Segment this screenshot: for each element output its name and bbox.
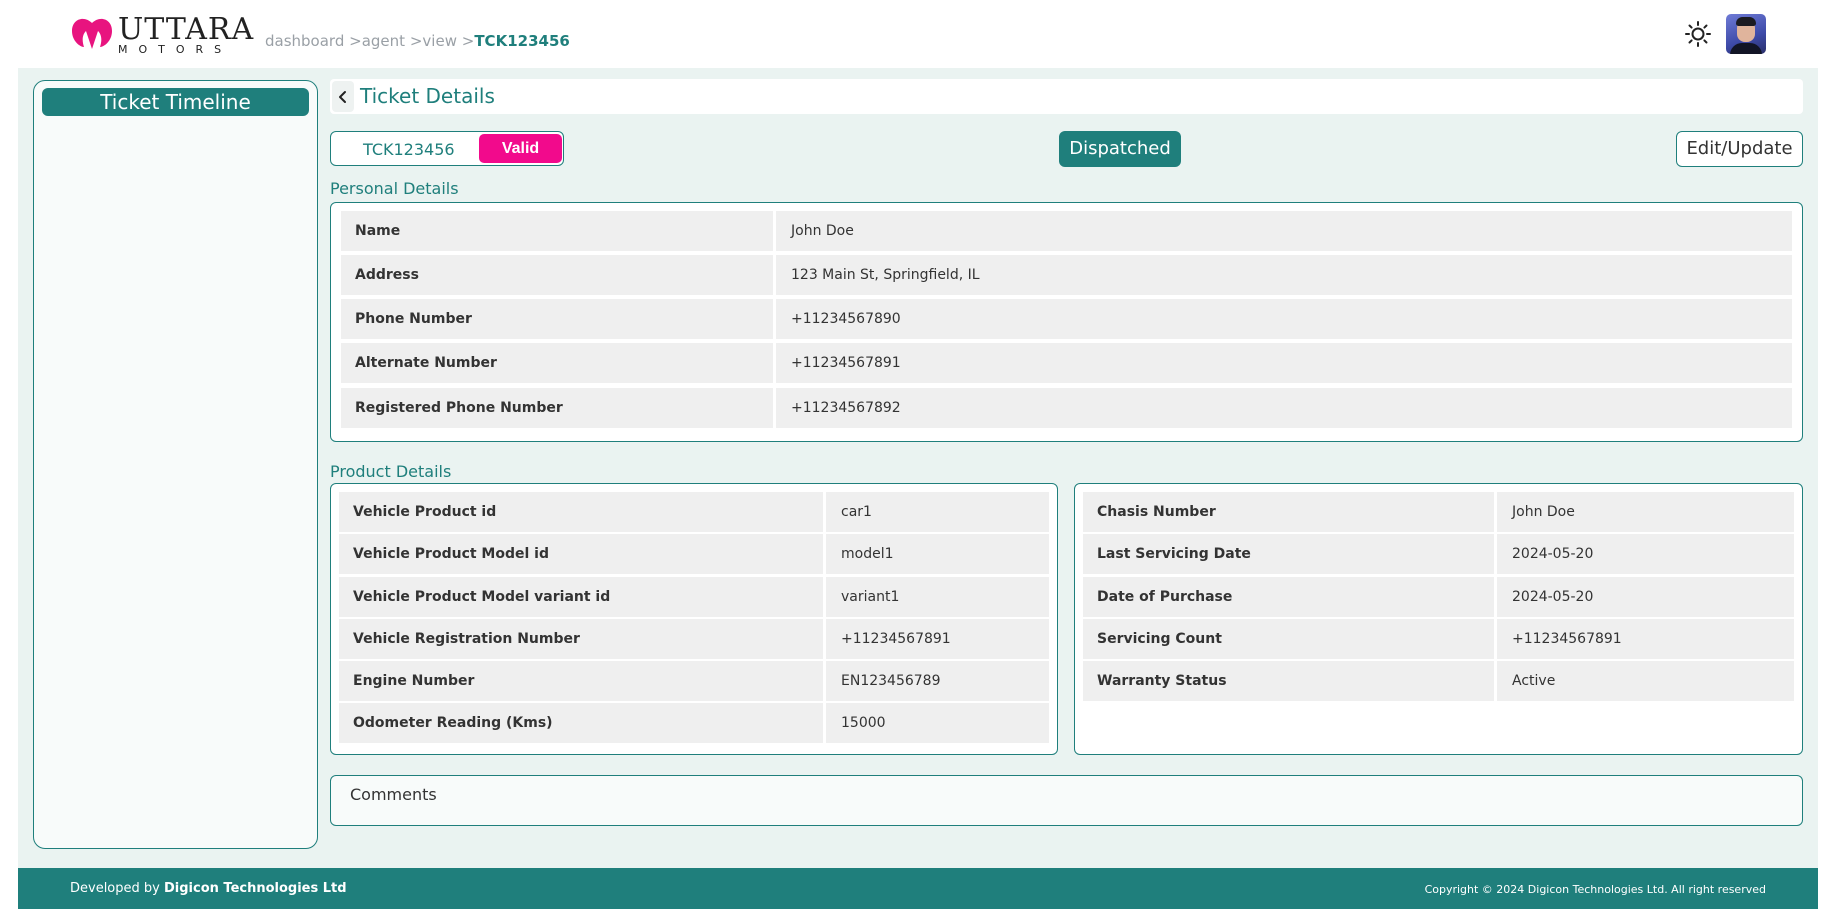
ticket-timeline-panel: Ticket Timeline [33, 80, 318, 849]
field-value: 2024-05-20 [1497, 577, 1794, 617]
table-row: Servicing Count +11234567891 [1083, 619, 1794, 659]
personal-details-label: Personal Details [330, 179, 459, 198]
valid-badge: Valid [479, 134, 562, 163]
edit-update-button[interactable]: Edit/Update [1676, 131, 1803, 167]
avatar[interactable] [1726, 14, 1766, 54]
field-label: Odometer Reading (Kms) [339, 703, 823, 743]
table-row: Phone Number +11234567890 [341, 299, 1792, 339]
uttara-logo[interactable]: UTTARA MOTORS [70, 15, 254, 55]
status-badge: Dispatched [1059, 131, 1181, 167]
field-value: 15000 [826, 703, 1049, 743]
field-label: Vehicle Product Model variant id [339, 577, 823, 617]
field-value: car1 [826, 492, 1049, 532]
field-label: Registered Phone Number [341, 388, 773, 428]
field-label: Engine Number [339, 661, 823, 701]
table-row: Name John Doe [341, 211, 1792, 251]
app-frame: UTTARA MOTORS dashboard >agent >view >TC… [18, 0, 1818, 909]
breadcrumb-separator: > [461, 32, 475, 50]
field-value: John Doe [776, 211, 1792, 251]
breadcrumb: dashboard >agent >view >TCK123456 [265, 32, 570, 50]
breadcrumb-separator: > [349, 32, 362, 50]
field-label: Phone Number [341, 299, 773, 339]
footer-developed-by: Developed by [70, 881, 160, 896]
header: UTTARA MOTORS dashboard >agent >view >TC… [18, 0, 1818, 68]
breadcrumb-dashboard[interactable]: dashboard [265, 32, 344, 50]
page-title: Ticket Details [360, 84, 495, 108]
field-value: variant1 [826, 577, 1049, 617]
comments-label: Comments [350, 785, 437, 804]
table-row: Registered Phone Number +11234567892 [341, 388, 1792, 428]
footer: Developed by Digicon Technologies Ltd Co… [18, 868, 1818, 909]
table-row: Vehicle Product Model variant id variant… [339, 577, 1049, 617]
breadcrumb-agent[interactable]: agent [362, 32, 405, 50]
breadcrumb-current: TCK123456 [474, 32, 570, 50]
logo-main-text: UTTARA [118, 12, 255, 47]
field-label: Name [341, 211, 773, 251]
breadcrumb-separator: > [409, 32, 423, 50]
breadcrumb-view[interactable]: view [422, 32, 457, 50]
field-value: +11234567892 [776, 388, 1792, 428]
avatar-hair [1736, 17, 1756, 26]
avatar-body [1730, 43, 1762, 54]
table-row: Last Servicing Date 2024-05-20 [1083, 534, 1794, 574]
logo-mark-icon [72, 18, 112, 49]
field-value: EN123456789 [826, 661, 1049, 701]
field-label: Address [341, 255, 773, 295]
table-row: Warranty Status Active [1083, 661, 1794, 701]
field-value: +11234567891 [826, 619, 1049, 659]
table-row: Vehicle Product Model id model1 [339, 534, 1049, 574]
field-label: Warranty Status [1083, 661, 1494, 701]
sun-icon[interactable] [1684, 20, 1712, 48]
ticket-details-header: Ticket Details [330, 79, 1803, 114]
product-details-left-table: Vehicle Product id car1 Vehicle Product … [330, 483, 1058, 755]
footer-developer: Developed by Digicon Technologies Ltd [70, 881, 347, 896]
chevron-left-icon [339, 90, 346, 103]
field-value: +11234567890 [776, 299, 1792, 339]
product-details-label: Product Details [330, 462, 452, 481]
field-label: Vehicle Product Model id [339, 534, 823, 574]
field-value: +11234567891 [776, 343, 1792, 383]
table-row: Vehicle Registration Number +11234567891 [339, 619, 1049, 659]
table-row: Alternate Number +11234567891 [341, 343, 1792, 383]
field-value: model1 [826, 534, 1049, 574]
ticket-id-badge: TCK123456 Valid [330, 131, 564, 166]
field-value: 2024-05-20 [1497, 534, 1794, 574]
field-label: Chasis Number [1083, 492, 1494, 532]
field-label: Vehicle Product id [339, 492, 823, 532]
field-label: Last Servicing Date [1083, 534, 1494, 574]
table-row: Address 123 Main St, Springfield, IL [341, 255, 1792, 295]
table-row: Vehicle Product id car1 [339, 492, 1049, 532]
field-value: +11234567891 [1497, 619, 1794, 659]
product-details-right-table: Chasis Number John Doe Last Servicing Da… [1074, 483, 1803, 755]
footer-copyright: Copyright © 2024 Digicon Technologies Lt… [1424, 883, 1766, 896]
field-value: Active [1497, 661, 1794, 701]
ticket-timeline-title: Ticket Timeline [42, 88, 309, 116]
footer-company[interactable]: Digicon Technologies Ltd [164, 881, 347, 896]
field-value: John Doe [1497, 492, 1794, 532]
table-row: Engine Number EN123456789 [339, 661, 1049, 701]
personal-details-table: Name John Doe Address 123 Main St, Sprin… [330, 202, 1803, 442]
field-label: Servicing Count [1083, 619, 1494, 659]
back-button[interactable] [332, 81, 354, 112]
field-label: Vehicle Registration Number [339, 619, 823, 659]
comments-field[interactable]: Comments [330, 775, 1803, 826]
ticket-id: TCK123456 [363, 140, 455, 159]
field-label: Date of Purchase [1083, 577, 1494, 617]
table-row: Odometer Reading (Kms) 15000 [339, 703, 1049, 743]
table-row: Chasis Number John Doe [1083, 492, 1794, 532]
table-row: Date of Purchase 2024-05-20 [1083, 577, 1794, 617]
field-label: Alternate Number [341, 343, 773, 383]
field-value: 123 Main St, Springfield, IL [776, 255, 1792, 295]
